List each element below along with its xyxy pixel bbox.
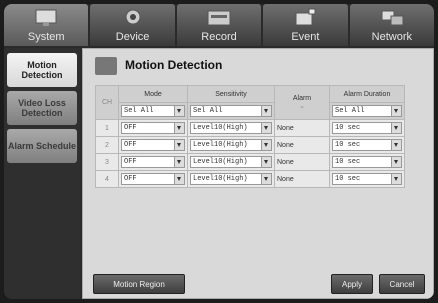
side-item-video-loss-detection[interactable]: Video Loss Detection bbox=[7, 91, 77, 125]
dropdown-arrow-icon[interactable] bbox=[261, 174, 271, 184]
duration-select-all-value: Sel All bbox=[335, 107, 365, 115]
sensitivity-dropdown[interactable]: Level10(High) bbox=[187, 119, 275, 137]
tab-record[interactable]: Record bbox=[176, 4, 262, 46]
table-row: 4 OFF Level10(High) None 10 sec bbox=[95, 170, 405, 188]
duration-value: 10 sec bbox=[335, 175, 361, 183]
dvr-menu-window: System Device Record Event Network Motio… bbox=[4, 4, 434, 299]
row-ch: 1 bbox=[95, 119, 119, 137]
table-header-row: CH Mode Sensitivity Alarm ⌄ Alarm Durati… bbox=[95, 85, 405, 120]
sensitivity-select-all[interactable]: Sel All bbox=[187, 102, 275, 120]
col-alarm-header: Alarm ⌄ bbox=[274, 85, 330, 120]
sensitivity-dropdown[interactable]: Level10(High) bbox=[187, 170, 275, 188]
network-icon bbox=[381, 10, 404, 26]
alarm-value[interactable]: None bbox=[274, 136, 330, 154]
motion-detection-panel: Motion Detection CH Mode Sensitivity Ala… bbox=[82, 48, 434, 299]
page-title: Motion Detection bbox=[125, 58, 223, 72]
duration-value: 10 sec bbox=[335, 141, 361, 149]
dropdown-arrow-icon[interactable] bbox=[261, 123, 271, 133]
table-row: 1 OFF Level10(High) None 10 sec bbox=[95, 119, 405, 137]
dropdown-arrow-icon[interactable] bbox=[174, 140, 184, 150]
sensitivity-dropdown[interactable]: Level10(High) bbox=[187, 136, 275, 154]
sensitivity-value: Level10(High) bbox=[193, 141, 248, 149]
tab-event-label: Event bbox=[291, 31, 320, 43]
tab-network[interactable]: Network bbox=[349, 4, 434, 46]
duration-value: 10 sec bbox=[335, 124, 361, 132]
mode-dropdown[interactable]: OFF bbox=[118, 136, 188, 154]
sensitivity-dropdown[interactable]: Level10(High) bbox=[187, 153, 275, 171]
dropdown-arrow-icon[interactable] bbox=[261, 106, 271, 116]
sensitivity-select-all-value: Sel All bbox=[193, 107, 223, 115]
tab-system-label: System bbox=[27, 31, 65, 43]
mode-dropdown[interactable]: OFF bbox=[118, 153, 188, 171]
duration-dropdown[interactable]: 10 sec bbox=[329, 170, 405, 188]
dropdown-arrow-icon[interactable] bbox=[174, 174, 184, 184]
table-row: 3 OFF Level10(High) None 10 sec bbox=[95, 153, 405, 171]
tab-record-label: Record bbox=[201, 31, 237, 43]
duration-dropdown[interactable]: 10 sec bbox=[329, 119, 405, 137]
dropdown-arrow-icon[interactable] bbox=[391, 140, 401, 150]
row-ch: 3 bbox=[95, 153, 119, 171]
sensitivity-value: Level10(High) bbox=[193, 175, 248, 183]
mode-value: OFF bbox=[124, 158, 137, 166]
dropdown-arrow-icon[interactable] bbox=[391, 157, 401, 167]
mode-value: OFF bbox=[124, 175, 137, 183]
col-mode-header: Mode bbox=[118, 85, 188, 103]
duration-dropdown[interactable]: 10 sec bbox=[329, 153, 405, 171]
tab-event[interactable]: Event bbox=[263, 4, 348, 46]
alarm-value[interactable]: None bbox=[274, 119, 330, 137]
duration-dropdown[interactable]: 10 sec bbox=[329, 136, 405, 154]
duration-select-all[interactable]: Sel All bbox=[329, 102, 405, 120]
record-icon bbox=[207, 10, 231, 26]
tab-device[interactable]: Device bbox=[90, 4, 175, 46]
top-tab-bar: System Device Record Event Network bbox=[4, 4, 434, 46]
dropdown-arrow-icon[interactable] bbox=[174, 123, 184, 133]
motion-detection-icon bbox=[95, 57, 117, 75]
mode-dropdown[interactable]: OFF bbox=[118, 170, 188, 188]
sensitivity-value: Level10(High) bbox=[193, 158, 248, 166]
col-ch-header: CH bbox=[95, 85, 119, 120]
side-item-alarm-schedule[interactable]: Alarm Schedule bbox=[7, 129, 77, 163]
dropdown-arrow-icon[interactable] bbox=[174, 106, 184, 116]
motion-region-button[interactable]: Motion Region bbox=[93, 274, 185, 294]
mode-value: OFF bbox=[124, 141, 137, 149]
monitor-icon bbox=[35, 9, 57, 26]
table-row: 2 OFF Level10(High) None 10 sec bbox=[95, 136, 405, 154]
mode-dropdown[interactable]: OFF bbox=[118, 119, 188, 137]
cancel-button[interactable]: Cancel bbox=[379, 274, 425, 294]
dropdown-arrow-icon[interactable] bbox=[391, 123, 401, 133]
alarm-value[interactable]: None bbox=[274, 153, 330, 171]
dropdown-arrow-icon[interactable] bbox=[174, 157, 184, 167]
mode-value: OFF bbox=[124, 124, 137, 132]
col-sensitivity-header: Sensitivity bbox=[187, 85, 275, 103]
mode-select-all[interactable]: Sel All bbox=[118, 102, 188, 120]
mode-select-all-value: Sel All bbox=[124, 107, 154, 115]
select-all-row: Sel All Sel All Sel All bbox=[96, 102, 405, 120]
tab-device-label: Device bbox=[115, 31, 150, 43]
dropdown-arrow-icon[interactable] bbox=[261, 140, 271, 150]
dropdown-arrow-icon[interactable] bbox=[391, 106, 401, 116]
row-ch: 4 bbox=[95, 170, 119, 188]
event-icon bbox=[295, 8, 316, 26]
motion-settings-table: CH Mode Sensitivity Alarm ⌄ Alarm Durati… bbox=[95, 85, 405, 188]
side-menu: Motion Detection Video Loss Detection Al… bbox=[4, 48, 80, 299]
tab-network-label: Network bbox=[371, 31, 412, 43]
tab-system[interactable]: System bbox=[4, 4, 89, 46]
col-duration-header: Alarm Duration bbox=[329, 85, 405, 103]
sensitivity-value: Level10(High) bbox=[193, 124, 248, 132]
alarm-header-label: Alarm bbox=[292, 95, 312, 102]
alarm-value[interactable]: None bbox=[274, 170, 330, 188]
dropdown-arrow-icon[interactable] bbox=[391, 174, 401, 184]
row-ch: 2 bbox=[95, 136, 119, 154]
camera-icon bbox=[125, 9, 141, 25]
dropdown-arrow-icon[interactable] bbox=[261, 157, 271, 167]
duration-value: 10 sec bbox=[335, 158, 361, 166]
side-item-motion-detection[interactable]: Motion Detection bbox=[7, 53, 77, 87]
apply-button[interactable]: Apply bbox=[331, 274, 373, 294]
chevron-down-icon: ⌄ bbox=[299, 103, 305, 110]
